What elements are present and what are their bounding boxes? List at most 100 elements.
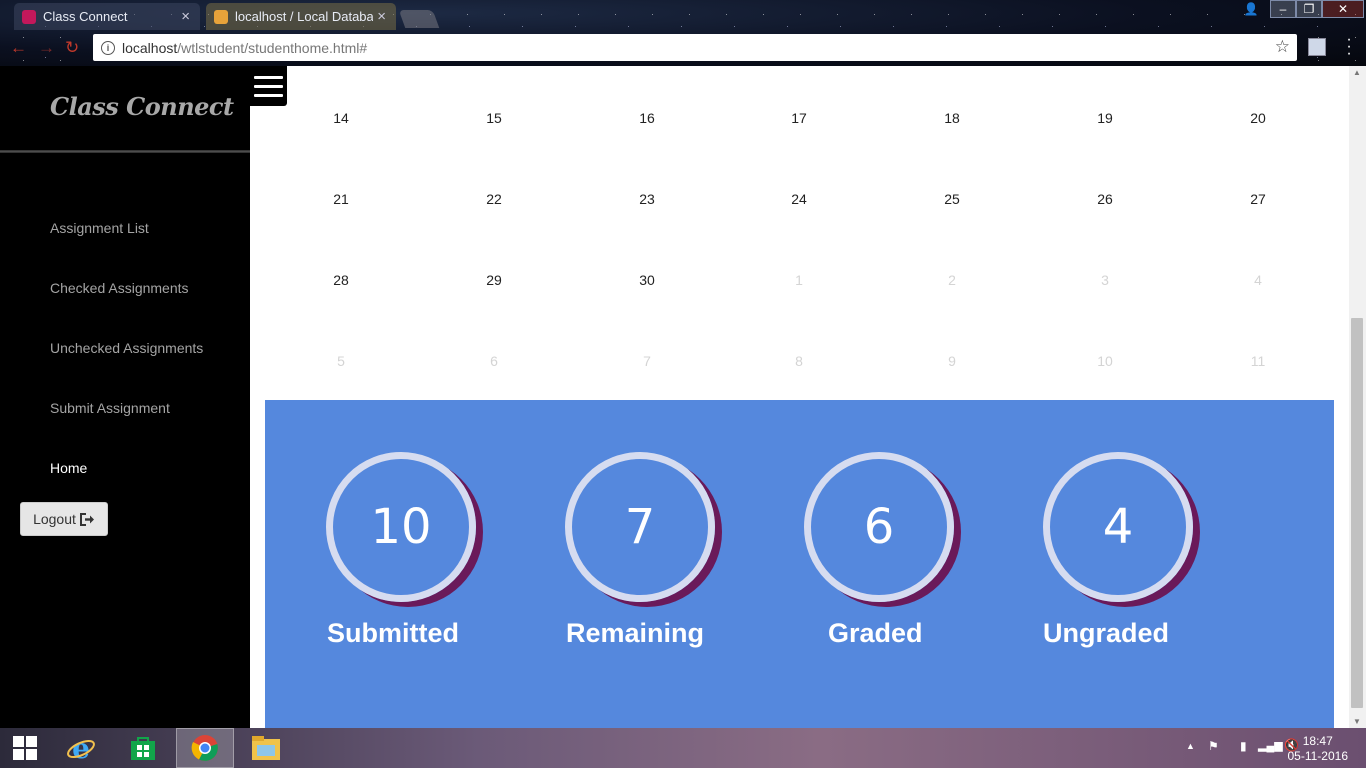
hamburger-bar (254, 84, 283, 88)
calendar-day[interactable]: 30 (617, 272, 677, 288)
calendar-day-outside-month: 9 (948, 353, 956, 369)
calendar-day[interactable]: 24 (769, 191, 829, 207)
calendar-week-row: 21 22 23 24 25 26 27 (265, 191, 1334, 211)
maximize-button[interactable]: ❐ (1296, 0, 1322, 18)
calendar-day-outside-month: 11 (1250, 353, 1266, 369)
show-hidden-icons-icon[interactable]: ▲ (1186, 741, 1195, 751)
internet-explorer-icon[interactable]: e (52, 728, 110, 768)
sidebar: Class Connect Assignment List Checked As… (0, 66, 250, 728)
calendar-week-row: 28 29 30 1 2 3 4 (265, 272, 1334, 292)
tab-close-icon[interactable]: × (181, 8, 190, 25)
windows-taskbar: e ▲ ⚑ ▮ ▂▄▆ 🔇 18:47 05-11-2016 (0, 728, 1366, 768)
file-explorer-icon[interactable] (237, 728, 295, 768)
stat-ring: 4 (1043, 452, 1193, 602)
scroll-down-arrow-icon[interactable]: ▼ (1353, 717, 1361, 726)
calendar-day[interactable]: 27 (1228, 191, 1288, 207)
calendar-day-outside-month: 7 (643, 353, 651, 369)
system-tray: ▲ ⚑ ▮ ▂▄▆ 🔇 18:47 05-11-2016 (1146, 728, 1366, 768)
clock[interactable]: 18:47 05-11-2016 (1288, 734, 1349, 764)
bookmark-star-icon[interactable]: ☆ (1275, 37, 1290, 57)
calendar-day[interactable]: 16 (617, 110, 677, 126)
class-connect-favicon-icon (22, 9, 36, 24)
new-tab-button[interactable] (398, 10, 440, 28)
calendar-day[interactable]: 20 (1228, 110, 1288, 126)
hamburger-bar (254, 75, 283, 79)
stat-label: Remaining (566, 618, 705, 648)
calendar-day[interactable]: 23 (617, 191, 677, 207)
calendar-week-row: 14 15 16 17 18 19 20 (265, 110, 1334, 130)
calendar-day[interactable]: 25 (922, 191, 982, 207)
sidebar-item-unchecked-assignments[interactable]: Unchecked Assignments (50, 340, 203, 356)
sign-out-icon (79, 512, 94, 526)
calendar-day[interactable]: 14 (311, 110, 371, 126)
calendar-day-outside-month: 10 (1097, 353, 1113, 369)
close-window-button[interactable]: ✕ (1322, 0, 1364, 18)
back-arrow-icon[interactable]: ← (10, 38, 27, 58)
stat-ring: 10 (326, 452, 476, 602)
store-icon[interactable] (114, 728, 172, 768)
calendar-day-outside-month: 3 (1101, 272, 1109, 288)
tab-class-connect[interactable]: Class Connect × (14, 3, 200, 30)
calendar-day[interactable]: 29 (464, 272, 524, 288)
clock-time: 18:47 (1302, 734, 1333, 748)
stat-ring: 7 (565, 452, 715, 602)
calendar-day-outside-month: 6 (490, 353, 498, 369)
phpmyadmin-favicon-icon (214, 9, 228, 24)
tab-title: localhost / Local Databa (235, 9, 374, 24)
battery-icon[interactable]: ▮ (1240, 739, 1247, 753)
reload-icon[interactable]: ↻ (65, 38, 79, 58)
browser-toolbar: ← → ↻ i localhost/wtlstudent/studenthome… (0, 31, 1366, 66)
calendar-day[interactable]: 26 (1075, 191, 1135, 207)
stat-label: Ungraded (1043, 618, 1170, 648)
chrome-menu-icon[interactable]: · · · (1344, 32, 1354, 62)
browser-chrome: Class Connect × localhost / Local Databa… (0, 0, 1366, 66)
sidebar-item-submit-assignment[interactable]: Submit Assignment (50, 400, 170, 416)
network-signal-icon[interactable]: ▂▄▆ (1258, 739, 1283, 752)
calendar-day[interactable]: 15 (464, 110, 524, 126)
tab-phpmyadmin[interactable]: localhost / Local Databa × (206, 3, 396, 30)
calendar-day-outside-month: 8 (795, 353, 803, 369)
sidebar-item-checked-assignments[interactable]: Checked Assignments (50, 280, 189, 296)
menu-toggle-button[interactable] (250, 66, 287, 106)
calendar-day[interactable]: 21 (311, 191, 371, 207)
stat-label: Submitted (327, 618, 459, 648)
forward-arrow-icon[interactable]: → (38, 38, 55, 58)
stat-remaining: 7 Remaining (565, 452, 725, 648)
url-host: localhost (122, 39, 178, 56)
scroll-up-arrow-icon[interactable]: ▲ (1353, 68, 1361, 77)
action-center-flag-icon[interactable]: ⚑ (1208, 739, 1219, 753)
page-scrollbar[interactable]: ▲ ▼ (1349, 66, 1366, 728)
user-profile-icon[interactable]: 👤 (1236, 0, 1266, 18)
tab-title: Class Connect (43, 9, 128, 24)
assignment-stats-panel: 10 Submitted 7 Remaining 6 Graded 4 Ungr… (265, 400, 1334, 728)
logout-button[interactable]: Logout (20, 502, 108, 536)
calendar-day[interactable]: 19 (1075, 110, 1135, 126)
stat-label: Graded (828, 618, 923, 648)
calendar-day-outside-month: 5 (337, 353, 345, 369)
calendar-day-outside-month: 2 (948, 272, 956, 288)
info-icon[interactable]: i (101, 40, 115, 55)
svg-text:e: e (72, 733, 90, 763)
calendar-day[interactable]: 17 (769, 110, 829, 126)
extension-icon[interactable] (1308, 38, 1326, 56)
windows-start-icon[interactable] (0, 728, 50, 768)
calendar-day-outside-month: 4 (1254, 272, 1262, 288)
address-bar[interactable]: i localhost/wtlstudent/studenthome.html#… (93, 34, 1297, 61)
calendar-day[interactable]: 18 (922, 110, 982, 126)
tab-close-icon[interactable]: × (377, 8, 386, 25)
sidebar-item-home[interactable]: Home (50, 460, 87, 476)
logout-label: Logout (33, 511, 76, 527)
stat-submitted: 10 Submitted (326, 452, 486, 648)
calendar-day[interactable]: 28 (311, 272, 371, 288)
stat-ungraded: 4 Ungraded (1043, 452, 1203, 648)
calendar-week-row: 5 6 7 8 9 10 11 (265, 353, 1334, 373)
calendar-day[interactable]: 22 (464, 191, 524, 207)
clock-date: 05-11-2016 (1287, 749, 1349, 763)
sidebar-item-assignment-list[interactable]: Assignment List (50, 220, 149, 236)
hamburger-bar (254, 93, 283, 97)
stat-ring: 6 (804, 452, 954, 602)
brand-logo[interactable]: Class Connect (50, 92, 234, 121)
chrome-icon[interactable] (176, 728, 234, 768)
scrollbar-thumb[interactable] (1351, 318, 1363, 708)
minimize-button[interactable]: – (1270, 0, 1296, 18)
